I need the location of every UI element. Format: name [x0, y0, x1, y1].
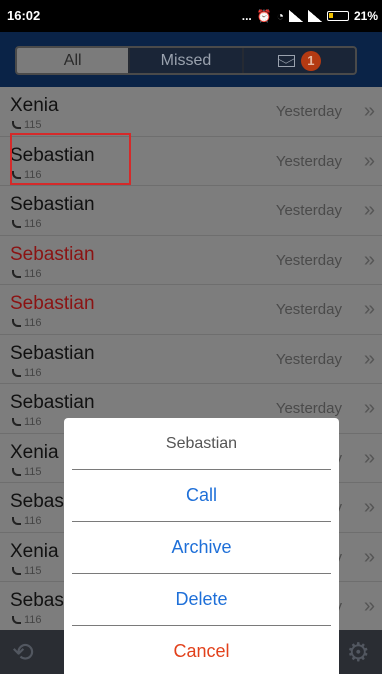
signal-icon-2 — [307, 10, 322, 22]
call-row[interactable]: Sebastian 116 Yesterday » — [0, 285, 382, 335]
chevron-right-icon[interactable]: » — [364, 249, 375, 272]
phone-icon — [12, 319, 21, 327]
chevron-right-icon[interactable]: » — [364, 546, 375, 569]
contact-name: Xenia — [10, 95, 59, 116]
tab-messages[interactable]: 1 — [243, 48, 355, 73]
number-text: 116 — [24, 267, 42, 280]
contact-name: Sebastian — [10, 342, 95, 364]
call-row[interactable]: Sebastian 116 Yesterday » — [0, 186, 382, 236]
call-time: Yesterday — [275, 400, 342, 417]
number-text: 116 — [24, 366, 42, 379]
status-bar: 16:02 ... ⏰ ◔ 21% — [0, 0, 382, 32]
number-text: 116 — [24, 218, 42, 230]
phone-icon — [12, 269, 21, 278]
number-text: 116 — [24, 317, 42, 329]
phone-number: 116 — [12, 317, 42, 329]
alarm-icon: ⏰ — [256, 9, 272, 23]
number-text: 116 — [24, 614, 42, 626]
chevron-right-icon[interactable]: » — [364, 447, 375, 470]
phone-icon — [12, 418, 21, 426]
phone-icon — [12, 616, 21, 624]
phone-number: 115 — [12, 119, 42, 131]
contact-name: Xenia — [10, 441, 59, 463]
contact-name: Sebastian — [10, 293, 95, 314]
phone-number: 116 — [12, 515, 42, 527]
number-text: 116 — [24, 515, 42, 527]
archive-button[interactable]: Archive — [64, 521, 339, 573]
envelope-icon — [277, 54, 295, 67]
call-time: Yesterday — [275, 202, 342, 219]
settings-icon[interactable]: ⚙ — [347, 637, 370, 668]
more-notifications-icon: ... — [241, 9, 252, 23]
call-row[interactable]: Sebastian 116 Yesterday » — [0, 335, 382, 384]
signal-icon — [288, 10, 303, 22]
phone-icon — [12, 566, 21, 575]
status-icons: ... ⏰ ◔ 21% — [242, 7, 378, 25]
number-text: 115 — [24, 119, 42, 131]
phone-number: 115 — [12, 466, 42, 478]
chevron-right-icon[interactable]: » — [364, 298, 375, 321]
phone-icon — [12, 220, 21, 228]
number-text: 115 — [24, 465, 42, 478]
phone-number: 116 — [12, 367, 42, 379]
contact-name: Sebastian — [10, 392, 95, 413]
call-time: Yesterday — [275, 251, 342, 269]
history-icon[interactable]: ⟲ — [12, 637, 34, 668]
phone-number: 116 — [12, 268, 42, 280]
chevron-right-icon[interactable]: » — [364, 100, 375, 123]
chevron-right-icon[interactable]: » — [364, 496, 375, 519]
phone-icon — [12, 368, 21, 377]
phone-icon — [12, 121, 21, 129]
chevron-right-icon[interactable]: » — [364, 150, 375, 173]
tab-missed-label: Missed — [160, 51, 212, 69]
wifi-icon: ◔ — [276, 9, 284, 23]
dialog-title: Sebastian — [165, 434, 238, 452]
unread-badge: 1 — [300, 50, 321, 71]
chevron-right-icon[interactable]: » — [364, 595, 375, 618]
battery-icon — [326, 11, 349, 21]
status-time: 16:02 — [7, 8, 41, 23]
battery-percent: 21% — [353, 9, 378, 23]
call-time: Yesterday — [275, 103, 342, 120]
number-text: 116 — [24, 416, 42, 428]
call-time: Yesterday — [275, 152, 342, 170]
phone-number: 116 — [12, 416, 42, 428]
chevron-right-icon[interactable]: » — [364, 397, 375, 420]
tab-all[interactable]: All — [17, 48, 131, 73]
filter-tabs: All Missed 1 — [15, 46, 357, 75]
delete-button[interactable]: Delete — [64, 573, 339, 625]
tab-all-label: All — [63, 51, 82, 69]
phone-icon — [12, 517, 21, 525]
contact-name: Sebastian — [10, 243, 95, 265]
contact-name: Xenia — [10, 540, 59, 562]
selected-contact-highlight — [10, 133, 131, 185]
call-time: Yesterday — [275, 350, 342, 368]
chevron-right-icon[interactable]: » — [364, 348, 375, 371]
call-options-dialog: Sebastian Call Archive Delete Cancel — [64, 418, 339, 674]
phone-number: 116 — [12, 218, 42, 230]
contact-name: Sebastian — [10, 194, 95, 215]
phone-number: 116 — [12, 614, 42, 626]
call-button[interactable]: Call — [64, 469, 339, 521]
call-row[interactable]: Sebastian 116 Yesterday » — [0, 236, 382, 285]
chevron-right-icon[interactable]: » — [364, 199, 375, 222]
number-text: 115 — [24, 564, 42, 577]
phone-icon — [12, 467, 21, 476]
call-row[interactable]: Xenia 115 Yesterday » — [0, 87, 382, 137]
call-time: Yesterday — [275, 301, 342, 318]
phone-number: 115 — [12, 565, 42, 577]
cancel-button[interactable]: Cancel — [64, 625, 339, 674]
tab-missed[interactable]: Missed — [130, 48, 244, 73]
